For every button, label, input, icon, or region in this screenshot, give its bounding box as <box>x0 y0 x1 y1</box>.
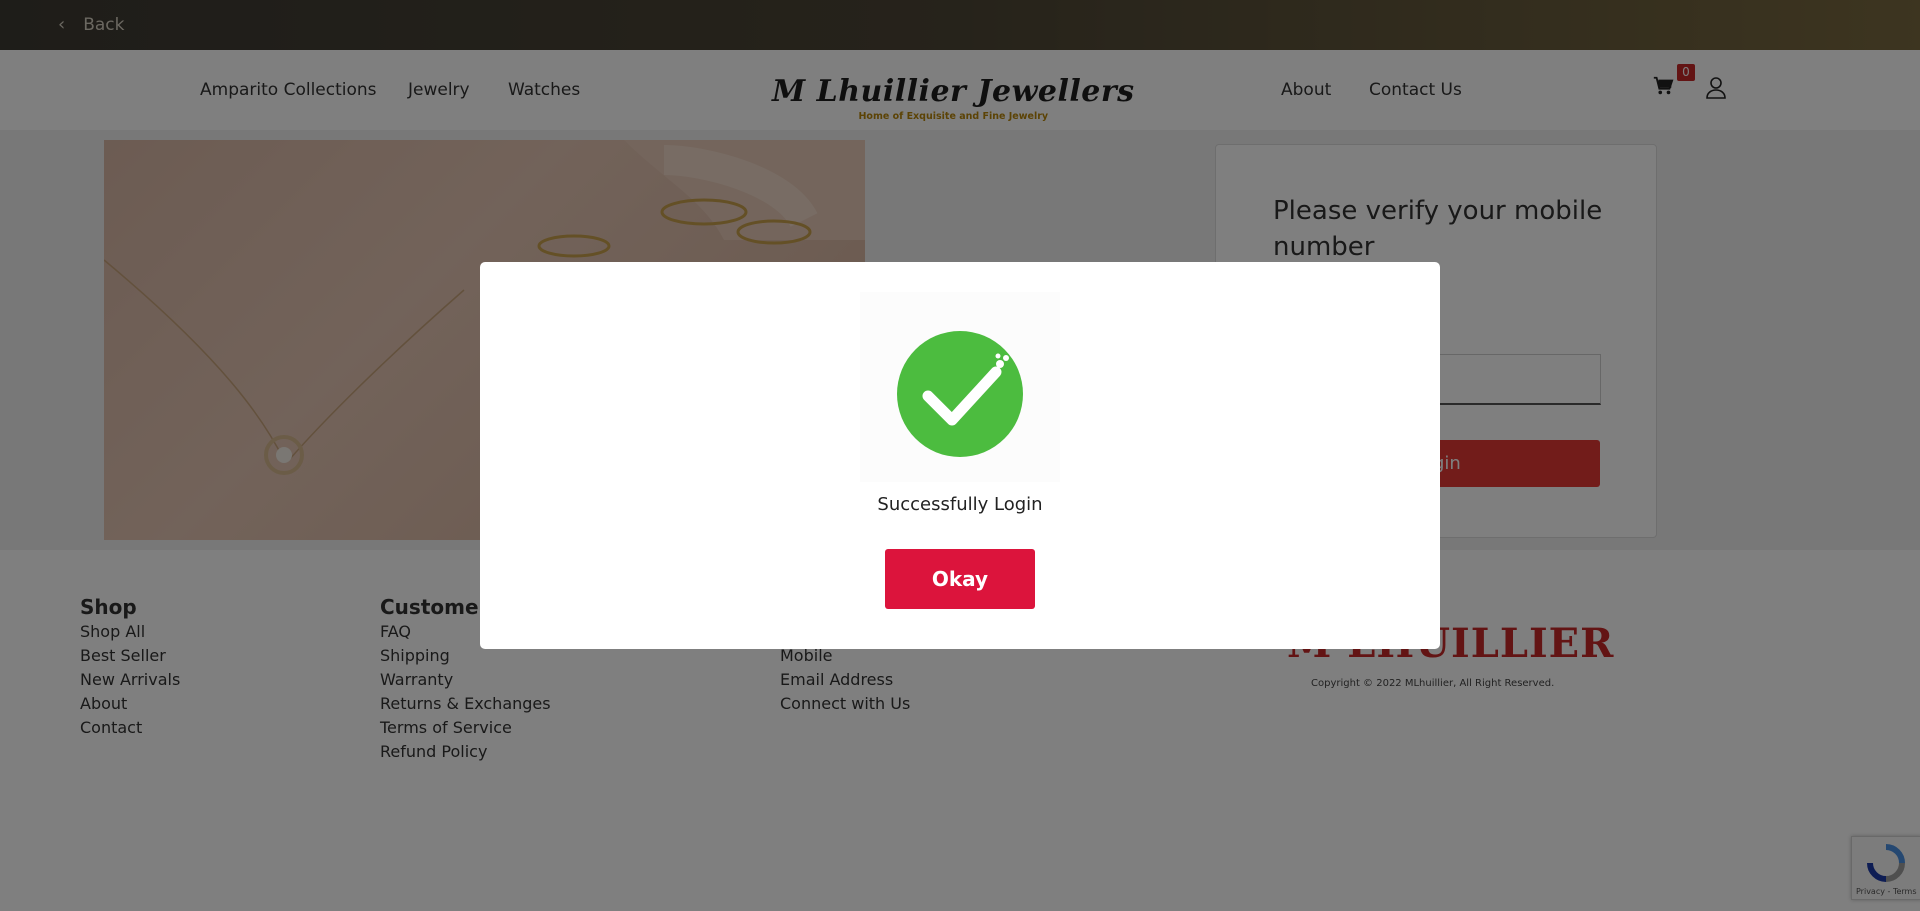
success-message: Successfully Login <box>877 494 1043 515</box>
okay-button[interactable]: Okay <box>885 549 1035 609</box>
success-modal: Successfully Login Okay <box>480 262 1440 649</box>
success-check-icon <box>860 292 1060 482</box>
